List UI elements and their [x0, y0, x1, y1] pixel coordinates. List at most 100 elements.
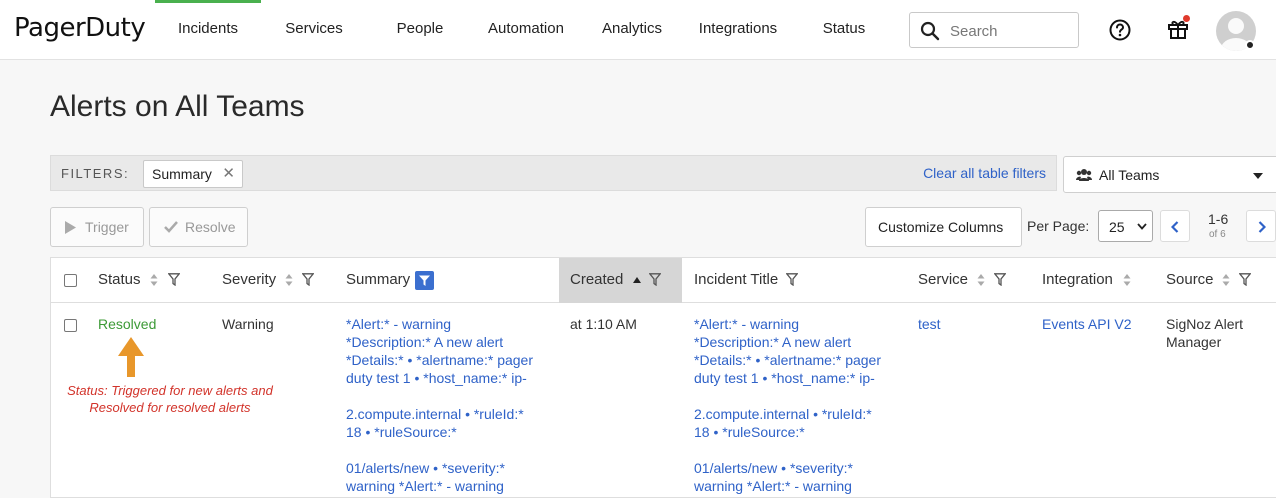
- table-header: Status Severity Summary Created Incident…: [51, 258, 1276, 303]
- sort-icon[interactable]: [977, 273, 985, 287]
- title-line: *Details:* • *alertname:* pager: [694, 352, 881, 368]
- column-severity[interactable]: Severity: [222, 258, 276, 303]
- check-icon: [164, 221, 178, 233]
- nav-people[interactable]: People: [380, 0, 460, 60]
- source-line: Manager: [1166, 334, 1222, 350]
- summary-line: 18 • *ruleSource:*: [346, 424, 457, 440]
- summary-line: warning *Alert:* - warning: [346, 478, 504, 494]
- nav-automation[interactable]: Automation: [478, 0, 574, 60]
- column-source[interactable]: Source: [1166, 258, 1214, 303]
- close-icon[interactable]: ✕: [222, 161, 235, 187]
- annotation-text: Status: Triggered for new alerts and Res…: [50, 382, 290, 416]
- sort-icon[interactable]: [285, 273, 293, 287]
- column-status[interactable]: Status: [98, 258, 141, 303]
- alerts-table: Status Severity Summary Created Incident…: [50, 257, 1276, 498]
- summary-line: *Details:* • *alertname:* pager: [346, 352, 533, 368]
- column-incident-title[interactable]: Incident Title: [694, 258, 778, 303]
- team-select[interactable]: All Teams: [1063, 156, 1276, 193]
- filters-label: FILTERS:: [61, 166, 130, 181]
- trigger-label: Trigger: [85, 219, 129, 235]
- filter-icon[interactable]: [786, 273, 798, 286]
- annotation-line: Resolved for resolved alerts: [89, 400, 251, 415]
- summary-line: 01/alerts/new • *severity:*: [346, 460, 505, 476]
- prev-page-button[interactable]: [1160, 210, 1190, 242]
- clear-filters-link[interactable]: Clear all table filters: [923, 165, 1046, 181]
- row-checkbox[interactable]: [64, 319, 77, 332]
- help-icon[interactable]: [1108, 18, 1132, 42]
- customize-columns-label: Customize Columns: [878, 219, 1004, 235]
- caret-down-icon: [1253, 173, 1263, 179]
- sort-icon[interactable]: [1222, 273, 1230, 287]
- column-summary[interactable]: Summary: [346, 258, 410, 303]
- summary-line: [346, 387, 551, 405]
- annotation-arrow: [118, 337, 144, 377]
- summary-line: *Alert:* - warning: [346, 316, 452, 332]
- summary-line: duty test 1 • *host_name:* ip-: [346, 370, 527, 386]
- annotation-line: Status: Triggered for new alerts and: [67, 383, 273, 398]
- incident-title-link[interactable]: *Alert:* - warning *Description:* A new …: [694, 315, 894, 495]
- chevron-right-icon: [1258, 221, 1266, 233]
- nav-analytics[interactable]: Analytics: [592, 0, 672, 60]
- nav-integrations[interactable]: Integrations: [690, 0, 786, 60]
- filter-active-icon[interactable]: [415, 271, 434, 290]
- filter-icon[interactable]: [994, 273, 1006, 286]
- search-input[interactable]: [950, 20, 1070, 42]
- page-title: Alerts on All Teams: [50, 90, 305, 123]
- service-link[interactable]: test: [918, 315, 941, 333]
- filter-chip-label: Summary: [152, 166, 212, 182]
- column-created-header[interactable]: Created: [559, 258, 682, 303]
- sort-ascending-icon: [633, 277, 641, 283]
- sort-icon[interactable]: [1123, 273, 1131, 287]
- top-navigation: PagerDuty Incidents Services People Auto…: [0, 0, 1276, 60]
- summary-link[interactable]: *Alert:* - warning *Description:* A new …: [346, 315, 551, 495]
- column-integration[interactable]: Integration: [1042, 258, 1113, 303]
- title-line: *Description:* A new alert: [694, 334, 852, 350]
- team-select-label: All Teams: [1099, 167, 1160, 183]
- title-line: 18 • *ruleSource:*: [694, 424, 805, 440]
- summary-line: 2.compute.internal • *ruleId:*: [346, 406, 524, 422]
- customize-columns-button[interactable]: Customize Columns: [865, 207, 1022, 247]
- search-box[interactable]: [909, 12, 1079, 48]
- title-line: 01/alerts/new • *severity:*: [694, 460, 853, 476]
- next-page-button[interactable]: [1246, 210, 1276, 242]
- sort-icon[interactable]: [150, 273, 158, 287]
- nav-status[interactable]: Status: [812, 0, 876, 60]
- nav-incidents[interactable]: Incidents: [155, 0, 261, 60]
- title-line: 2.compute.internal • *ruleId:*: [694, 406, 872, 422]
- pagination-total: of 6: [1209, 229, 1226, 240]
- notification-dot: [1183, 15, 1190, 22]
- per-page-value: 25: [1109, 219, 1125, 235]
- title-line: [694, 387, 894, 405]
- filter-icon[interactable]: [649, 273, 661, 286]
- trigger-button[interactable]: Trigger: [50, 207, 144, 247]
- filter-chip-summary[interactable]: Summary ✕: [143, 160, 243, 188]
- select-all-checkbox[interactable]: [64, 274, 77, 287]
- title-line: duty test 1 • *host_name:* ip-: [694, 370, 875, 386]
- search-icon: [920, 21, 940, 41]
- column-service[interactable]: Service: [918, 258, 968, 303]
- pagination-range: 1-6: [1208, 211, 1229, 227]
- filter-icon[interactable]: [1239, 273, 1251, 286]
- resolve-label: Resolve: [185, 219, 236, 235]
- presence-dot: [1245, 40, 1255, 50]
- title-line: [694, 441, 894, 459]
- play-icon: [65, 221, 76, 234]
- team-icon: [1076, 169, 1092, 181]
- created-value: at 1:10 AM: [570, 316, 637, 332]
- summary-line: *Description:* A new alert: [346, 334, 504, 350]
- nav-services[interactable]: Services: [270, 0, 358, 60]
- per-page-select[interactable]: 25: [1098, 210, 1153, 242]
- filter-icon[interactable]: [168, 273, 180, 286]
- resolve-button[interactable]: Resolve: [149, 207, 248, 247]
- severity-value: Warning: [222, 316, 274, 332]
- filter-icon[interactable]: [302, 273, 314, 286]
- status-resolved: Resolved: [98, 316, 157, 332]
- pagerduty-logo[interactable]: PagerDuty: [14, 13, 146, 43]
- chevron-down-icon: [1137, 223, 1147, 230]
- title-line: *Alert:* - warning: [694, 316, 800, 332]
- integration-link[interactable]: Events API V2: [1042, 315, 1132, 333]
- source-line: SigNoz Alert: [1166, 316, 1244, 332]
- filters-bar: FILTERS: Summary ✕ Clear all table filte…: [50, 155, 1057, 191]
- source-value: SigNoz Alert Manager: [1166, 315, 1276, 351]
- summary-line: [346, 441, 551, 459]
